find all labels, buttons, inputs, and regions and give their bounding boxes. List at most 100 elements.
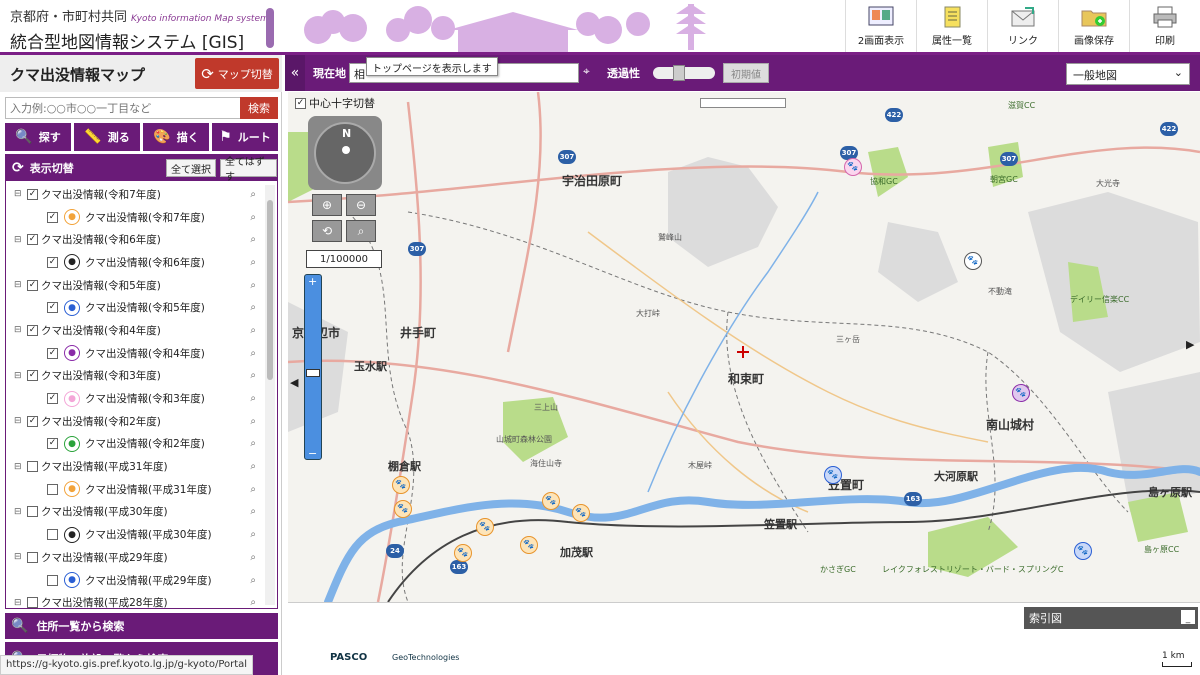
save-image-button[interactable]: 画像保存: [1058, 0, 1129, 52]
layer-item[interactable]: ● クマ出没情報(平成31年度) ⌕: [6, 478, 264, 501]
magnify-icon[interactable]: ⌕: [250, 325, 256, 336]
magnify-icon[interactable]: ⌕: [250, 348, 256, 359]
layer-group[interactable]: ⊟ ✓ クマ出没情報(令和2年度) ⌕: [6, 410, 264, 433]
magnify-icon[interactable]: ⌕: [250, 393, 256, 404]
find-tool-button[interactable]: 🔍 探す: [5, 123, 71, 151]
layer-item[interactable]: ✓ ● クマ出没情報(令和6年度) ⌕: [6, 251, 264, 274]
layer-group[interactable]: ⊟ ✓ クマ出没情報(令和4年度) ⌕: [6, 319, 264, 342]
logo-title[interactable]: 統合型地図情報システム [GIS]: [10, 28, 244, 53]
layer-item[interactable]: ✓ ● クマ出没情報(令和3年度) ⌕: [6, 387, 264, 410]
tree-toggle-icon[interactable]: ⊟: [14, 462, 24, 472]
layer-item[interactable]: ● クマ出没情報(平成29年度) ⌕: [6, 569, 264, 592]
layer-item[interactable]: ✓ ● クマ出没情報(令和7年度) ⌕: [6, 206, 264, 229]
link-button[interactable]: リンク: [987, 0, 1058, 52]
pan-west-arrow[interactable]: ◀: [290, 376, 298, 389]
layer-group[interactable]: ⊟ クマ出没情報(平成29年度) ⌕: [6, 546, 264, 569]
layer-checkbox[interactable]: [47, 529, 58, 541]
scrollbar-thumb[interactable]: [267, 200, 273, 380]
layer-checkbox[interactable]: ✓: [27, 279, 38, 291]
minus-icon[interactable]: −: [308, 447, 317, 460]
layer-group[interactable]: ⊟ ✓ クマ出没情報(令和7年度) ⌕: [6, 183, 264, 206]
compass-icon[interactable]: N: [314, 122, 376, 184]
transparency-slider[interactable]: [653, 65, 715, 81]
layer-item[interactable]: ✓ ● クマ出没情報(令和5年度) ⌕: [6, 296, 264, 319]
bear-marker[interactable]: 🐾: [454, 544, 472, 562]
bear-marker[interactable]: 🐾: [394, 500, 412, 518]
layer-group[interactable]: ⊟ ✓ クマ出没情報(令和5年度) ⌕: [6, 274, 264, 297]
address-search-input[interactable]: [5, 97, 241, 119]
index-map-header[interactable]: 索引図 _: [1024, 607, 1198, 629]
layer-item[interactable]: ✓ ● クマ出没情報(令和2年度) ⌕: [6, 433, 264, 456]
map-canvas[interactable]: 宇治田原町 井手町 和束町 南山城村 笠置町 京田辺市 玉水駅 棚倉駅 加茂駅 …: [288, 92, 1200, 602]
tree-toggle-icon[interactable]: ⊟: [14, 189, 24, 199]
zoom-slider[interactable]: + −: [304, 274, 322, 460]
layer-list-scrollbar[interactable]: [265, 185, 275, 605]
draw-tool-button[interactable]: 🎨 描く: [143, 123, 209, 151]
layer-checkbox[interactable]: [47, 483, 58, 495]
tree-toggle-icon[interactable]: ⊟: [14, 325, 24, 335]
layer-checkbox[interactable]: ✓: [27, 415, 38, 427]
rotate-button[interactable]: ⟲: [312, 220, 342, 242]
layer-item[interactable]: ✓ ● クマ出没情報(令和4年度) ⌕: [6, 342, 264, 365]
bear-marker[interactable]: 🐾: [572, 504, 590, 522]
collapse-sidebar-button[interactable]: «: [285, 55, 305, 91]
slider-knob[interactable]: [673, 65, 685, 81]
zoom-area-button[interactable]: ⌕: [346, 220, 376, 242]
pan-east-arrow[interactable]: ▶: [1186, 338, 1194, 351]
plus-icon[interactable]: +: [308, 275, 317, 288]
zoom-slider-knob[interactable]: [306, 369, 320, 377]
tree-toggle-icon[interactable]: ⊟: [14, 235, 24, 245]
dual-screen-button[interactable]: 2画面表示: [845, 0, 916, 52]
layer-checkbox[interactable]: ✓: [47, 256, 58, 268]
layer-checkbox[interactable]: ✓: [47, 302, 58, 314]
pan-control[interactable]: N: [308, 116, 382, 190]
layer-group[interactable]: ⊟ クマ出没情報(平成28年度) ⌕: [6, 591, 264, 608]
bear-marker[interactable]: 🐾: [964, 252, 982, 270]
bear-marker[interactable]: 🐾: [392, 476, 410, 494]
magnify-icon[interactable]: ⌕: [250, 575, 256, 586]
deselect-all-button[interactable]: 全てはずす: [220, 157, 277, 183]
tree-toggle-icon[interactable]: ⊟: [14, 552, 24, 562]
tree-toggle-icon[interactable]: ⊟: [14, 371, 24, 381]
bear-marker[interactable]: 🐾: [1012, 384, 1030, 402]
reset-transparency-button[interactable]: 初期値: [723, 63, 769, 83]
bear-marker[interactable]: 🐾: [1074, 542, 1092, 560]
crosshair-toggle[interactable]: ✓ 中心十字切替: [292, 95, 375, 111]
map-switch-button[interactable]: ⟳ マップ切替: [195, 58, 279, 89]
bear-marker[interactable]: 🐾: [824, 466, 842, 484]
magnify-icon[interactable]: ⌕: [250, 257, 256, 268]
tree-toggle-icon[interactable]: ⊟: [14, 280, 24, 290]
zoom-out-button[interactable]: ⊖: [346, 194, 376, 216]
layer-group[interactable]: ⊟ クマ出没情報(平成31年度) ⌕: [6, 455, 264, 478]
layer-checkbox[interactable]: [47, 574, 58, 586]
magnify-icon[interactable]: ⌕: [250, 529, 256, 540]
magnify-icon[interactable]: ⌕: [250, 189, 256, 200]
zoom-in-button[interactable]: ⊕: [312, 194, 342, 216]
magnify-icon[interactable]: ⌕: [250, 280, 256, 291]
logo-line1[interactable]: 京都府・市町村共同 Kyoto information Map system: [10, 6, 269, 25]
layer-checkbox[interactable]: ✓: [47, 347, 58, 359]
layer-group[interactable]: ⊟ ✓ クマ出没情報(令和3年度) ⌕: [6, 365, 264, 388]
magnify-icon[interactable]: ⌕: [250, 438, 256, 449]
pan-north-tab[interactable]: [700, 98, 786, 108]
layer-checkbox[interactable]: ✓: [47, 438, 58, 450]
minimize-icon[interactable]: _: [1181, 610, 1195, 624]
select-all-button[interactable]: 全て選択: [166, 159, 216, 177]
attribute-list-button[interactable]: 属性一覧: [916, 0, 987, 52]
bear-marker[interactable]: 🐾: [476, 518, 494, 536]
layer-checkbox[interactable]: ✓: [27, 324, 38, 336]
tree-toggle-icon[interactable]: ⊟: [14, 507, 24, 517]
layer-checkbox[interactable]: ✓: [27, 370, 38, 382]
magnify-icon[interactable]: ⌕: [250, 506, 256, 517]
layer-checkbox[interactable]: [27, 506, 38, 518]
basemap-select[interactable]: 一般地図 ⌄: [1066, 63, 1190, 85]
tree-toggle-icon[interactable]: ⊟: [14, 416, 24, 426]
bear-marker[interactable]: 🐾: [844, 158, 862, 176]
measure-tool-button[interactable]: 📏 測る: [74, 123, 140, 151]
layer-checkbox[interactable]: [27, 461, 38, 473]
layer-checkbox[interactable]: ✓: [47, 393, 58, 405]
scale-ratio[interactable]: 1/100000: [306, 250, 382, 268]
layer-group[interactable]: ⊟ ✓ クマ出没情報(令和6年度) ⌕: [6, 228, 264, 251]
magnify-icon[interactable]: ⌕: [250, 461, 256, 472]
magnify-icon[interactable]: ⌕: [250, 552, 256, 563]
